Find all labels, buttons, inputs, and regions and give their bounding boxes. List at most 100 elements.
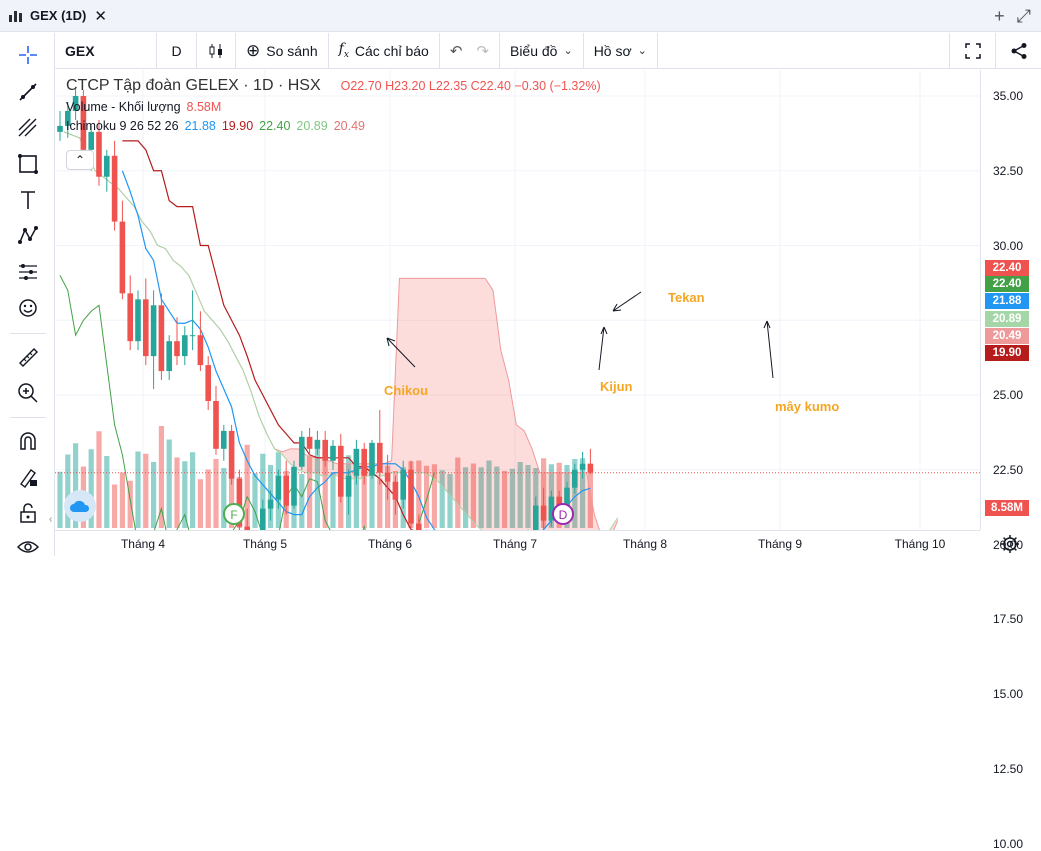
interval-button[interactable]: D: [157, 32, 197, 69]
volume-bar: [166, 439, 172, 528]
emoji-icon[interactable]: [14, 294, 42, 322]
price-tick: 12.50: [992, 761, 1023, 776]
time-tick: Tháng 4: [120, 537, 166, 551]
eye-icon[interactable]: [14, 533, 42, 561]
candle-body: [408, 469, 414, 524]
indicators-label: Các chỉ báo: [354, 42, 429, 59]
price-tick: 35.00: [992, 89, 1023, 103]
chikou-value: 22.40: [259, 119, 291, 133]
kijun-arrow: [598, 326, 608, 371]
fullscreen-button[interactable]: [949, 33, 995, 69]
candle-body: [260, 508, 266, 530]
time-tick: Tháng 7: [492, 537, 538, 551]
candle-body: [104, 155, 110, 177]
volume-bar: [104, 456, 110, 528]
price-tick: 17.50: [992, 612, 1023, 627]
ruler-icon[interactable]: [14, 343, 42, 371]
candle-body: [572, 469, 578, 488]
candle-body: [96, 131, 102, 177]
lock-icon[interactable]: [14, 499, 42, 527]
candle-body: [322, 439, 328, 461]
open-value: O22.70: [340, 79, 382, 93]
candle-body: [111, 155, 118, 222]
candle-body: [88, 131, 94, 150]
span-a-value: 20.89: [296, 119, 328, 133]
fullscreen-icon: [964, 43, 981, 59]
magnet-icon[interactable]: [14, 427, 42, 455]
volume-bar: [190, 452, 196, 528]
add-icon[interactable]: +: [994, 6, 1005, 27]
rectangle-icon[interactable]: [14, 150, 42, 178]
candle-body: [166, 341, 172, 372]
volume-bar: [135, 451, 141, 528]
candle-body: [540, 505, 547, 521]
scroll-left-icon[interactable]: ‹: [49, 514, 52, 525]
candle-body: [564, 487, 570, 506]
price-label-box: 22.40: [985, 276, 1029, 292]
close-icon[interactable]: ✕: [94, 7, 107, 25]
prediction-icon[interactable]: [14, 258, 42, 286]
volume-bar: [213, 459, 219, 528]
zoom-in-icon[interactable]: [14, 379, 42, 407]
candle-body: [291, 466, 297, 506]
annotation-kumo: mây kumo: [775, 399, 840, 414]
candle-body: [392, 481, 399, 500]
candle-body: [400, 469, 406, 500]
annotation-chikou: Chikou: [384, 383, 429, 398]
price-tick: 32.50: [992, 163, 1023, 178]
collapse-legend-button[interactable]: ⌃: [66, 150, 94, 170]
chart-type-dropdown[interactable]: Biểu đồ ⌄: [500, 32, 584, 69]
undo-icon[interactable]: ↶: [450, 42, 463, 60]
fib-tool-icon[interactable]: [14, 114, 42, 142]
volume-bar: [252, 473, 258, 528]
window-title: GEX (1D): [30, 8, 87, 23]
chevron-down-icon: ⌄: [563, 45, 573, 57]
candle-body: [135, 299, 141, 342]
candles-icon: [209, 43, 222, 58]
crosshair-icon[interactable]: [14, 41, 42, 69]
candle-body: [197, 335, 204, 366]
price-axis[interactable]: 35.0032.5030.0027.5025.0022.5020.0017.50…: [980, 70, 1041, 851]
event-marker-f-label: F: [230, 508, 237, 522]
ichimoku-legend[interactable]: Ichimoku 9 26 52 26 21.88 19.90 22.40 20…: [66, 119, 601, 133]
compare-button[interactable]: ⊕ So sánh: [236, 32, 329, 69]
time-axis[interactable]: Tháng 4 Tháng 5 Tháng 6 Tháng 7 Tháng 8 Tháng…: [55, 530, 980, 556]
gear-icon[interactable]: [1000, 534, 1020, 554]
price-chart[interactable]: FD: [55, 70, 980, 530]
volume-value: 8.58M: [186, 100, 222, 114]
price-label-box: 20.89: [985, 311, 1029, 327]
candle-body: [119, 221, 126, 294]
candle-body: [306, 436, 313, 449]
cloud-logo-button[interactable]: [64, 490, 96, 522]
time-tick: Tháng 8: [622, 537, 668, 551]
window-titlebar: GEX (1D) ✕ + ⤢: [0, 0, 1041, 32]
candle-body: [361, 448, 367, 476]
text-icon[interactable]: [14, 186, 42, 214]
expand-window-icon[interactable]: ⤢: [1017, 6, 1031, 27]
candle-body: [587, 463, 594, 473]
volume-label: Volume - Khối lượng: [66, 100, 181, 114]
profile-dropdown[interactable]: Hồ sơ ⌄: [584, 32, 658, 69]
pattern-icon[interactable]: [14, 222, 42, 250]
cloud-icon: [70, 500, 90, 512]
redo-icon[interactable]: ↷: [476, 42, 489, 60]
volume-bar: [112, 484, 118, 528]
share-button[interactable]: [995, 33, 1041, 69]
volume-legend[interactable]: Volume - Khối lượng 8.58M: [66, 100, 601, 114]
volume-bar: [57, 471, 63, 528]
chevron-down-icon: ⌄: [637, 45, 647, 57]
price-tick: 25.00: [992, 388, 1023, 402]
candle-body: [205, 365, 211, 401]
volume-bar: [330, 472, 336, 528]
indicators-button[interactable]: fx Các chỉ báo: [329, 32, 440, 69]
lock-drawing-icon[interactable]: [14, 463, 42, 491]
symbol-search-button[interactable]: GEX: [55, 32, 157, 69]
price-tick: 15.00: [992, 687, 1023, 701]
candle-body: [338, 445, 344, 497]
chart-style-button[interactable]: [197, 32, 236, 69]
candle-body: [345, 475, 352, 497]
close-value: C22.40: [470, 79, 511, 93]
trendline-icon[interactable]: [14, 78, 42, 106]
profile-label: Hồ sơ: [593, 42, 632, 59]
undo-redo-group: ↶ ↷: [440, 32, 500, 69]
